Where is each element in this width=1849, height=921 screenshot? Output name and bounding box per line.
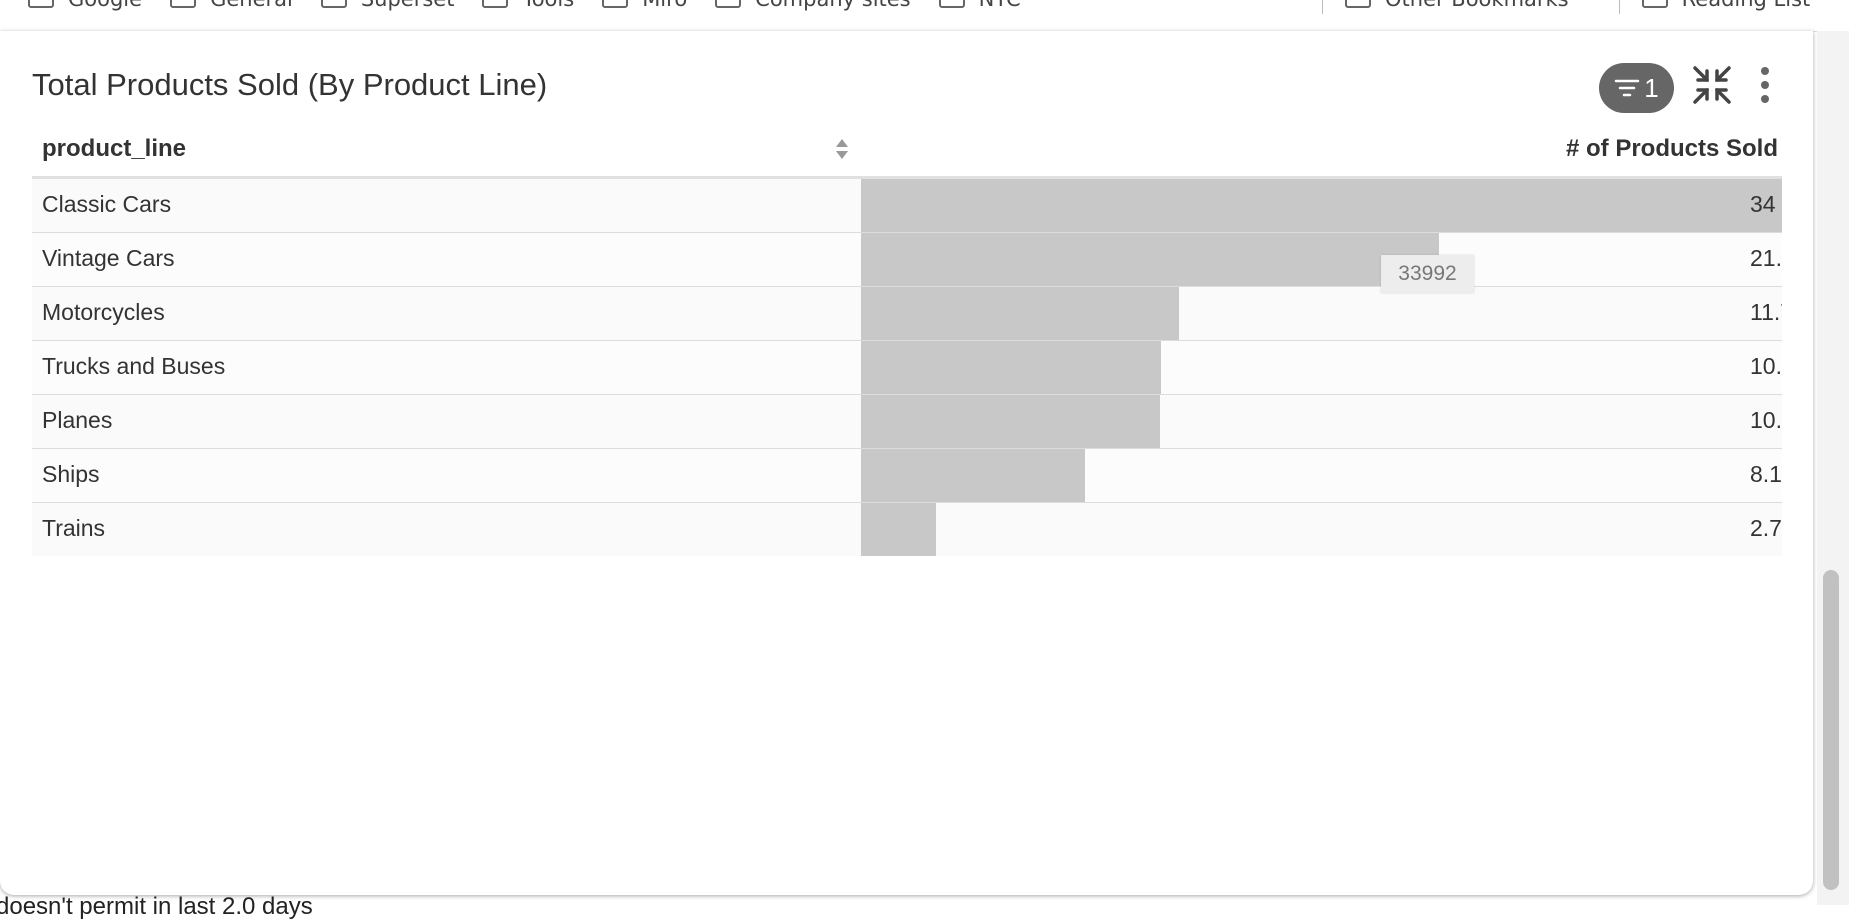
bar-trains [861, 503, 936, 556]
column-header-product-line[interactable]: product_line [42, 135, 186, 163]
folder-icon [938, 0, 965, 8]
folder-icon [170, 0, 197, 8]
bar-cell: 10.8 [861, 341, 1782, 394]
bar-cell: 2.71 [861, 503, 1782, 556]
folder-icon [602, 0, 629, 8]
bookmarks-divider [1618, 0, 1620, 14]
cell-product-line: Trucks and Buses [42, 353, 226, 379]
page-text-below: doesn't permit in last 2.0 days [0, 893, 313, 920]
filter-count: 1 [1644, 72, 1659, 103]
bar-vintage-cars [861, 233, 1440, 286]
folder-icon [28, 0, 54, 8]
table-body: Classic Cars 34 Vintage Cars 21.1 Motorc… [32, 179, 1782, 556]
bar-planes [861, 395, 1161, 448]
cell-products-sold: 34 [1750, 191, 1776, 217]
more-vertical-icon[interactable] [1755, 65, 1775, 105]
bar-cell: 11.7 [861, 287, 1782, 340]
cell-product-line: Classic Cars [42, 191, 172, 217]
bar-ships [861, 449, 1085, 502]
cell-product-line: Planes [42, 407, 113, 433]
filter-badge-button[interactable]: 1 [1599, 63, 1674, 113]
cell-products-sold: 2.71 [1750, 515, 1782, 541]
bookmark-company-sites[interactable]: Company sites [715, 0, 911, 11]
cell-product-line: Trains [42, 515, 106, 541]
collapse-icon[interactable] [1692, 65, 1732, 105]
bookmark-superset[interactable]: Superset [320, 0, 454, 11]
data-table: product_line # of Products Sold Classic … [32, 121, 1782, 556]
bookmark-tools[interactable]: Tools [482, 0, 574, 11]
table-row[interactable]: Trucks and Buses 10.8 [32, 341, 1782, 395]
table-row[interactable]: Trains 2.71 [32, 503, 1782, 556]
cell-products-sold: 21.1 [1750, 245, 1782, 271]
value-tooltip: 33992 [1381, 255, 1474, 293]
bar-cell: 21.1 [861, 233, 1782, 286]
sort-icon[interactable] [835, 137, 849, 161]
cell-products-sold: 10.7 [1750, 407, 1782, 433]
table-header: product_line # of Products Sold [32, 121, 1782, 179]
bookmark-nyc[interactable]: NYC [938, 0, 1021, 11]
table-row[interactable]: Motorcycles 11.7 [32, 287, 1782, 341]
chart-title: Total Products Sold (By Product Line) [32, 67, 548, 102]
filter-icon [1615, 79, 1640, 97]
column-header-products-sold[interactable]: # of Products Sold [1566, 135, 1778, 163]
table-row[interactable]: Planes 10.7 [32, 395, 1782, 449]
folder-icon [482, 0, 509, 8]
cell-products-sold: 8.13 [1750, 461, 1782, 487]
bar-motorcycles [861, 287, 1179, 340]
bar-classic-cars [861, 179, 1782, 232]
folder-icon [320, 0, 347, 8]
table-row[interactable]: Ships 8.13 [32, 449, 1782, 503]
folder-icon [1345, 0, 1371, 8]
table-row[interactable]: Vintage Cars 21.1 [32, 233, 1782, 287]
bar-cell: 34 [861, 179, 1782, 232]
bookmark-google[interactable]: Google [28, 0, 142, 11]
cell-product-line: Vintage Cars [42, 245, 175, 271]
cell-product-line: Ships [42, 461, 100, 487]
bookmarks-bar: Google General Superset Tools Miro Compa… [0, 0, 1849, 32]
bar-cell: 10.7 [861, 395, 1782, 448]
bookmark-other[interactable]: Other Bookmarks [1345, 0, 1569, 11]
cell-product-line: Motorcycles [42, 299, 165, 325]
bookmark-miro[interactable]: Miro [602, 0, 687, 11]
reading-list-icon [1641, 0, 1668, 8]
bookmarks-right-group: Other Bookmarks Reading List [1300, 0, 1838, 14]
table-row[interactable]: Classic Cars 34 [32, 179, 1782, 233]
bar-cell: 8.13 [861, 449, 1782, 502]
folder-icon [715, 0, 742, 8]
scrollbar-thumb[interactable] [1823, 570, 1839, 890]
cell-products-sold: 10.8 [1750, 353, 1782, 379]
bookmark-reading-list[interactable]: Reading List [1641, 0, 1810, 11]
bookmarks-divider [1322, 0, 1323, 14]
chart-panel: Total Products Sold (By Product Line) 1 … [0, 31, 1813, 895]
cell-products-sold: 11.7 [1750, 299, 1782, 325]
bookmarks-left-group: Google General Superset Tools Miro Compa… [28, 0, 1049, 14]
bar-trucks-and-buses [861, 341, 1162, 394]
bookmark-general[interactable]: General [170, 0, 293, 11]
